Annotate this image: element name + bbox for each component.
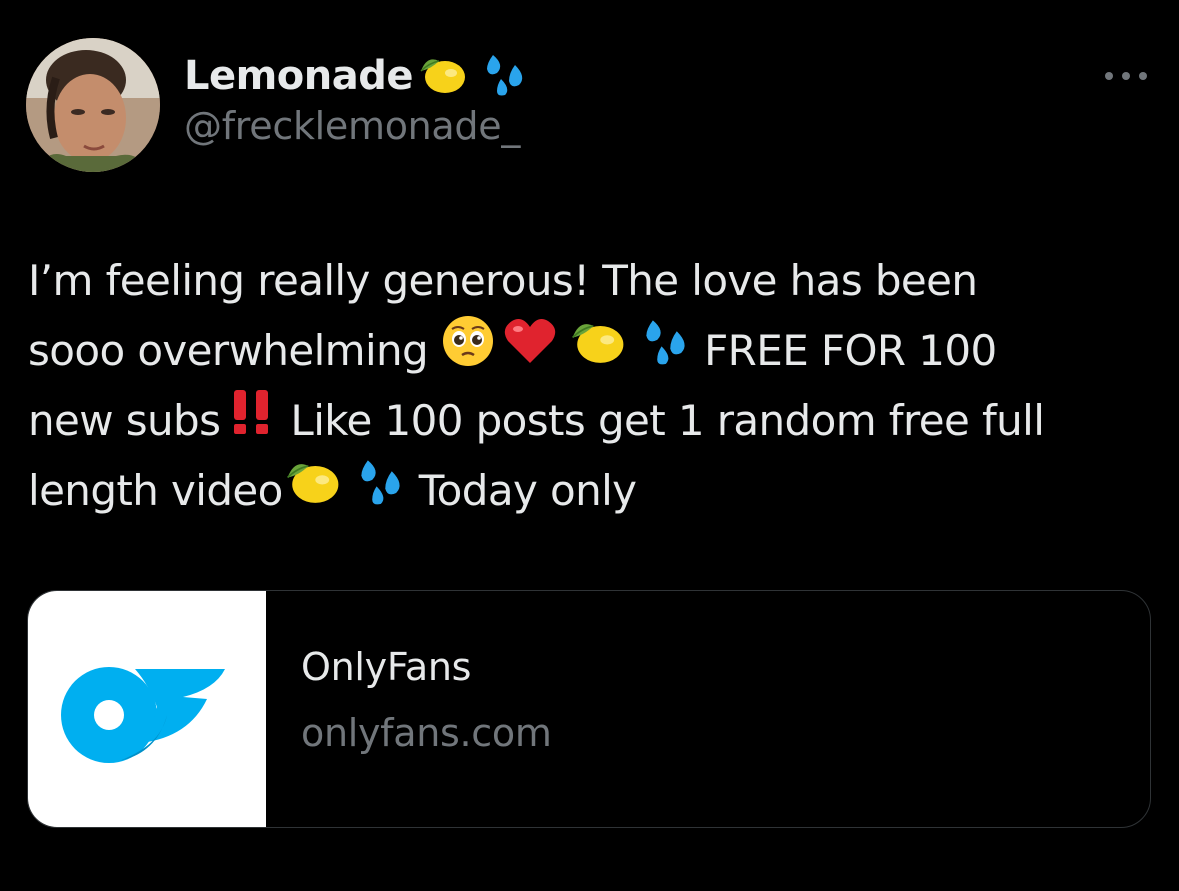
onlyfans-logo — [61, 667, 225, 763]
tweet-line-4: length video Today only — [28, 456, 1158, 526]
avatar[interactable] — [26, 38, 160, 172]
sweat-droplets-emoji — [357, 456, 407, 527]
author-block: Lemonade @frecklemonade_ — [184, 50, 529, 148]
lemon-emoji — [568, 314, 628, 389]
tweet-text-segment: FREE FOR 100 — [704, 326, 997, 375]
double-exclamation-emoji — [226, 386, 278, 457]
pleading-face-emoji — [440, 313, 496, 390]
tweet-line-3: new subs Like 100 posts get 1 random fre… — [28, 386, 1158, 456]
display-name[interactable]: Lemonade — [184, 53, 414, 99]
red-heart-emoji — [502, 313, 558, 390]
tweet-text-segment: new subs — [28, 396, 221, 445]
more-horizontal-icon — [1105, 72, 1147, 80]
display-name-row: Lemonade — [184, 50, 529, 102]
tweet-text-segment: Like 100 posts get 1 random free full — [290, 396, 1045, 445]
card-domain: onlyfans.com — [301, 711, 552, 755]
card-title: OnlyFans — [301, 645, 472, 689]
card-info: OnlyFans onlyfans.com — [301, 645, 552, 755]
tweet-text-segment: length video — [28, 466, 283, 515]
sweat-droplets-emoji — [483, 51, 529, 101]
sweat-droplets-emoji — [642, 316, 692, 387]
more-button[interactable] — [1098, 56, 1154, 96]
tweet[interactable]: Lemonade @frecklemonade_ I’m feeling rea… — [0, 0, 1179, 891]
tweet-text-segment: Today only — [418, 466, 637, 515]
lemon-emoji — [283, 454, 343, 529]
tweet-line-1: I’m feeling really generous! The love ha… — [28, 246, 1158, 316]
tweet-line-2: sooo overwhelming FREE FOR 100 — [28, 314, 1158, 389]
tweet-text-segment: sooo overwhelming — [28, 326, 429, 375]
lemon-emoji — [417, 51, 469, 101]
handle[interactable]: @frecklemonade_ — [184, 104, 529, 148]
avatar-image — [26, 38, 160, 172]
link-card[interactable]: OnlyFans onlyfans.com — [27, 590, 1151, 828]
tweet-text: I’m feeling really generous! The love ha… — [28, 246, 1158, 526]
card-thumbnail — [28, 591, 266, 827]
tweet-text-segment: I’m feeling really generous! The love ha… — [28, 256, 978, 305]
